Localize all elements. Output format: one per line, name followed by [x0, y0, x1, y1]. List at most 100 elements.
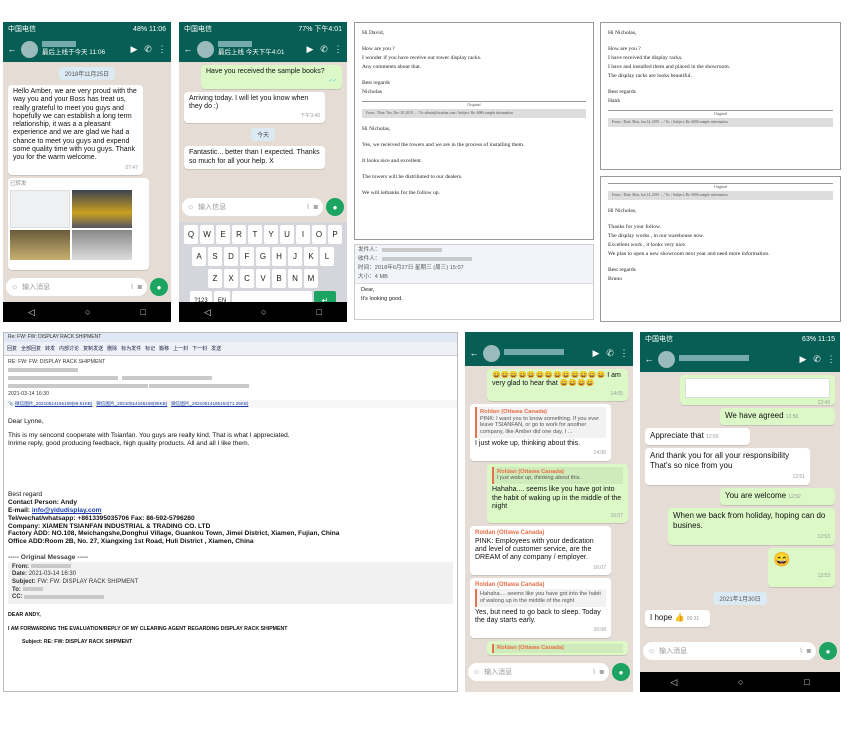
toolbar-button[interactable]: 回复 — [7, 345, 17, 352]
toolbar-button[interactable]: 复制发送 — [83, 345, 103, 352]
drawing-image[interactable] — [10, 190, 70, 229]
message-bubble[interactable]: 😄 12:53 — [768, 548, 835, 587]
warehouse-image[interactable] — [72, 190, 132, 229]
message-bubble[interactable]: Roldan (Ottawa Canada) Hahaha.... seems l… — [470, 577, 611, 638]
key-j[interactable]: J — [288, 247, 302, 266]
message-input[interactable]: ☺ 输入消息 ⌇ ◙ — [468, 663, 609, 681]
nav-home-icon[interactable]: ○ — [738, 677, 743, 687]
phone-call-icon[interactable]: ✆ — [319, 44, 329, 55]
more-options-icon[interactable]: ⋮ — [333, 44, 343, 55]
mic-icon[interactable]: ● — [326, 198, 344, 216]
message-bubble[interactable]: When we back from holiday, hoping can do… — [668, 508, 835, 545]
toolbar-button[interactable]: 转发 — [45, 345, 55, 352]
toolbar-button[interactable]: 删除 — [107, 345, 117, 352]
avatar[interactable] — [658, 350, 675, 368]
quoted-message[interactable]: Hahaha.... seems like you have got into … — [475, 589, 606, 607]
toolbar-button[interactable]: 下一封 — [192, 345, 207, 352]
key-b[interactable]: B — [272, 269, 286, 288]
rack-image[interactable] — [10, 230, 70, 261]
mic-icon[interactable]: ● — [612, 663, 630, 681]
avatar[interactable] — [21, 40, 38, 58]
key-i[interactable]: I — [296, 225, 310, 244]
nav-recent-icon[interactable]: □ — [141, 307, 146, 317]
key-s[interactable]: S — [208, 247, 222, 266]
toolbar-button[interactable]: 上一封 — [173, 345, 188, 352]
nav-recent-icon[interactable]: □ — [317, 307, 322, 317]
key-k[interactable]: K — [304, 247, 318, 266]
message-bubble[interactable]: 😄😄😄😄😄😄😄😄😄😄😄😄😄 I am very glad to hear tha… — [487, 369, 628, 401]
video-call-icon[interactable]: ▶ — [305, 44, 315, 55]
attach-icon[interactable]: ⌇ — [592, 668, 595, 676]
key-d[interactable]: D — [224, 247, 238, 266]
message-bubble[interactable]: Roldan (Ottawa Canada) I just woke up, th… — [487, 463, 628, 524]
toolbar-button[interactable]: 内部讨论 — [59, 345, 79, 352]
key-q[interactable]: Q — [184, 225, 198, 244]
contact-name[interactable]: 最后上线于今天 11:06 — [42, 41, 125, 57]
key-x[interactable]: X — [224, 269, 238, 288]
key-p[interactable]: P — [328, 225, 342, 244]
key-t[interactable]: T — [248, 225, 262, 244]
key-w[interactable]: W — [200, 225, 214, 244]
key-m[interactable]: M — [304, 269, 318, 288]
image-message[interactable]: 12:49 — [680, 375, 835, 406]
message-bubble[interactable]: Roldan (Ottawa Canada) PINK: I want you t… — [470, 403, 611, 461]
key-f[interactable]: F — [240, 247, 254, 266]
message-bubble[interactable]: Have you received the sample books? ✓✓ — [201, 65, 342, 89]
toolbar-button[interactable]: 搬移 — [159, 345, 169, 352]
key-a[interactable]: A — [192, 247, 206, 266]
video-call-icon[interactable]: ▶ — [129, 44, 139, 55]
quoted-message[interactable]: Roldan (Ottawa Canada) PINK: I want you t… — [475, 406, 606, 439]
phone-call-icon[interactable]: ✆ — [143, 44, 153, 55]
more-options-icon[interactable]: ⋮ — [619, 348, 629, 359]
quoted-message[interactable]: Roldan (Ottawa Canada) I just woke up, th… — [492, 466, 623, 485]
key-r[interactable]: R — [232, 225, 246, 244]
image-message[interactable]: 已转发 — [8, 177, 149, 270]
message-input[interactable]: ☺ 输入消息 ⌇ ◙ — [643, 642, 816, 660]
avatar[interactable] — [483, 344, 500, 362]
toolbar-button[interactable]: 标记 — [145, 345, 155, 352]
message-input[interactable]: ☺ 输入信息 ⌇ ◙ — [182, 198, 323, 216]
message-bubble[interactable]: Roldan (Ottawa Canada) — [487, 640, 628, 655]
message-bubble[interactable]: I hope 👍 00:31 — [645, 610, 710, 627]
key-y[interactable]: Y — [264, 225, 278, 244]
message-bubble[interactable]: We have agreed 12:50 — [720, 408, 835, 425]
key-h[interactable]: H — [272, 247, 286, 266]
emoji-icon[interactable]: ☺ — [11, 284, 18, 291]
nav-back-icon[interactable]: ◁ — [204, 307, 211, 318]
avatar[interactable] — [197, 40, 214, 58]
key-u[interactable]: U — [280, 225, 294, 244]
attach-icon[interactable]: ⌇ — [799, 647, 802, 655]
emoji-icon[interactable]: ☺ — [187, 204, 194, 211]
phone-call-icon[interactable]: ✆ — [812, 354, 822, 365]
phone-call-icon[interactable]: ✆ — [605, 348, 615, 359]
key-v[interactable]: V — [256, 269, 270, 288]
attachment-link[interactable]: 微信图片_20210514165158(95KB) — [96, 401, 167, 406]
nav-home-icon[interactable]: ○ — [261, 307, 266, 317]
showroom-image[interactable] — [72, 230, 132, 261]
toolbar-button[interactable]: 标为发件 — [121, 345, 141, 352]
key-l[interactable]: L — [320, 247, 334, 266]
quoted-message[interactable]: Roldan (Ottawa Canada) — [492, 643, 623, 653]
screenshot-image[interactable] — [685, 378, 830, 398]
message-bubble[interactable]: Arriving today. I will let you know when… — [184, 91, 325, 124]
message-bubble[interactable]: Hello Amber, we are very proud with the … — [8, 85, 143, 175]
key-c[interactable]: C — [240, 269, 254, 288]
key-z[interactable]: Z — [208, 269, 222, 288]
back-icon[interactable]: ← — [183, 44, 193, 54]
back-icon[interactable]: ← — [7, 44, 17, 54]
contact-name[interactable] — [679, 355, 794, 363]
key-g[interactable]: G — [256, 247, 270, 266]
emoji-icon[interactable]: ☺ — [473, 669, 480, 676]
key-e[interactable]: E — [216, 225, 230, 244]
mic-icon[interactable]: ● — [150, 278, 168, 296]
emoji-icon[interactable]: ☺ — [648, 648, 655, 655]
mic-icon[interactable]: ● — [819, 642, 837, 660]
contact-name[interactable] — [504, 349, 587, 357]
key-o[interactable]: O — [312, 225, 326, 244]
message-bubble[interactable]: You are welcome 12:52 — [720, 488, 835, 505]
nav-back-icon[interactable]: ◁ — [28, 307, 35, 318]
message-bubble[interactable]: And thank you for all your responsibilit… — [645, 448, 810, 485]
more-options-icon[interactable]: ⋮ — [826, 354, 836, 365]
back-icon[interactable]: ← — [469, 348, 479, 358]
message-input[interactable]: ☺ 输入消息 ⌇ ◙ — [6, 278, 147, 296]
